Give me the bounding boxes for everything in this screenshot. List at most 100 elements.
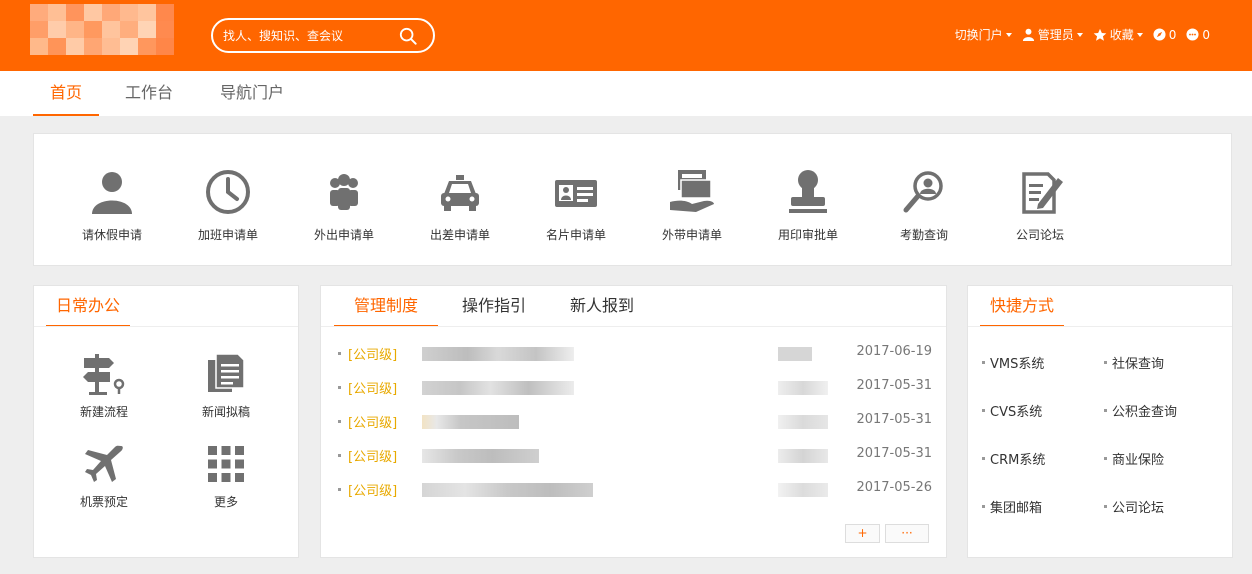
app-label: 公司论坛 <box>1015 228 1064 242</box>
app-label: 考勤查询 <box>899 228 948 242</box>
item-label: 更多 <box>213 495 238 509</box>
airplane-icon <box>85 445 123 482</box>
favorites-menu[interactable]: 收藏 <box>1093 26 1143 43</box>
news-draft-button[interactable]: 新闻拟稿 <box>176 351 276 420</box>
quick-link-group-mail[interactable]: 集团邮箱 <box>982 497 1042 516</box>
bullet <box>338 420 341 423</box>
publish-date: 2017-06-19 <box>856 344 932 359</box>
app-label: 名片申请单 <box>545 228 606 242</box>
more-button[interactable]: 更多 <box>176 441 276 510</box>
daily-office-panel: 日常办公 新建流程 新闻拟稿 机票预定 更多 <box>33 285 299 558</box>
list-item[interactable]: [公司级] 2017-05-31 <box>338 446 932 466</box>
redacted-title <box>422 449 539 463</box>
app-overtime-request[interactable]: 加班申请单 <box>178 166 278 243</box>
edit-doc-icon <box>1022 172 1063 214</box>
tab-management-system[interactable]: 管理制度 <box>334 286 439 327</box>
search-input[interactable] <box>223 26 393 46</box>
panel-divider <box>34 326 298 327</box>
app-label: 用印审批单 <box>777 228 838 242</box>
chevron-down-icon <box>1136 32 1143 37</box>
list-item[interactable]: [公司级] 2017-05-31 <box>338 412 932 432</box>
panel-divider <box>321 326 946 327</box>
quick-link-crm[interactable]: CRM系统 <box>982 449 1045 468</box>
item-label: 新建流程 <box>79 405 128 419</box>
group-icon <box>330 174 358 210</box>
admin-label: 管理员 <box>1037 28 1074 42</box>
level-tag: [公司级] <box>348 416 398 431</box>
company-logo[interactable] <box>30 4 174 55</box>
message-indicator[interactable]: 0 <box>1186 28 1210 42</box>
app-shortcuts-panel: 请休假申请 加班申请单 外出申请单 出差申请单 名片申请单 外带申请单 用印审批… <box>33 133 1232 266</box>
redacted-author <box>778 483 828 497</box>
quick-link-insurance[interactable]: 商业保险 <box>1104 449 1164 468</box>
daily-office-title: 日常办公 <box>46 286 131 327</box>
compass-icon <box>1153 28 1166 41</box>
tab-nav-portal[interactable]: 导航门户 <box>203 71 301 116</box>
quick-link-housing-fund[interactable]: 公积金查询 <box>1104 401 1177 420</box>
redacted-title <box>422 381 574 395</box>
app-business-trip-request[interactable]: 出差申请单 <box>410 166 510 243</box>
search-box <box>211 18 435 53</box>
todo-count: 0 <box>1168 27 1177 42</box>
redacted-title <box>422 347 574 361</box>
tab-workbench[interactable]: 工作台 <box>108 71 190 116</box>
list-item[interactable]: [公司级] 2017-05-31 <box>338 378 932 398</box>
app-label: 出差申请单 <box>429 228 490 242</box>
clock-icon <box>206 170 250 214</box>
redacted-author <box>778 415 828 429</box>
redacted-author <box>778 449 828 463</box>
app-leave-request[interactable]: 请休假申请 <box>62 166 162 243</box>
level-tag: [公司级] <box>348 484 398 499</box>
bullet <box>338 488 341 491</box>
admin-menu[interactable]: 管理员 <box>1022 26 1083 43</box>
user-icon <box>92 172 132 214</box>
hand-box-icon <box>670 170 714 212</box>
grid-icon <box>208 446 244 482</box>
more-button[interactable]: ··· <box>885 524 929 543</box>
publish-date: 2017-05-31 <box>856 412 932 427</box>
todo-indicator[interactable]: 0 <box>1153 27 1177 42</box>
app-business-card-request[interactable]: 名片申请单 <box>526 166 626 243</box>
app-company-forum[interactable]: 公司论坛 <box>990 166 1090 243</box>
app-label: 外出申请单 <box>313 228 374 242</box>
top-nav: 切换门户 管理员 收藏 0 0 <box>945 26 1210 43</box>
app-attendance-query[interactable]: 考勤查询 <box>874 166 974 243</box>
quick-links-title: 快捷方式 <box>980 286 1065 327</box>
app-carry-out-request[interactable]: 外带申请单 <box>642 166 742 243</box>
switch-portal-menu[interactable]: 切换门户 <box>955 26 1012 43</box>
tab-operation-guide[interactable]: 操作指引 <box>442 286 546 326</box>
document-icon <box>208 353 245 392</box>
app-outing-request[interactable]: 外出申请单 <box>294 166 394 243</box>
panel-divider <box>968 326 1232 327</box>
favorites-label: 收藏 <box>1109 28 1134 42</box>
bullet <box>338 352 341 355</box>
app-seal-approval[interactable]: 用印审批单 <box>758 166 858 243</box>
flight-booking-button[interactable]: 机票预定 <box>54 441 154 510</box>
level-tag: [公司级] <box>348 348 398 363</box>
chevron-down-icon <box>1076 32 1083 37</box>
chevron-down-icon <box>1005 32 1012 37</box>
redacted-author <box>778 381 828 395</box>
search-icon[interactable] <box>399 27 417 45</box>
main-tab-bar: 首页 工作台 导航门户 <box>0 71 1252 116</box>
switch-portal-label: 切换门户 <box>954 28 1003 42</box>
list-item[interactable]: [公司级] 2017-06-19 <box>338 344 932 364</box>
quick-link-vms[interactable]: VMS系统 <box>982 353 1044 372</box>
quick-link-forum[interactable]: 公司论坛 <box>1104 497 1164 516</box>
bullet <box>338 386 341 389</box>
quick-link-social-security[interactable]: 社保查询 <box>1104 353 1164 372</box>
star-icon <box>1093 28 1107 41</box>
quick-link-cvs[interactable]: CVS系统 <box>982 401 1042 420</box>
level-tag: [公司级] <box>348 382 398 397</box>
list-item[interactable]: [公司级] 2017-05-26 <box>338 480 932 500</box>
search-person-icon <box>903 171 943 213</box>
tab-new-hire[interactable]: 新人报到 <box>550 286 654 326</box>
tab-home[interactable]: 首页 <box>33 71 100 116</box>
new-process-button[interactable]: 新建流程 <box>54 351 154 420</box>
app-label: 请休假申请 <box>81 228 142 242</box>
user-icon <box>1022 28 1034 41</box>
level-tag: [公司级] <box>348 450 398 465</box>
publish-date: 2017-05-31 <box>856 446 932 461</box>
add-button[interactable]: + <box>845 524 880 543</box>
id-card-icon <box>555 180 597 207</box>
